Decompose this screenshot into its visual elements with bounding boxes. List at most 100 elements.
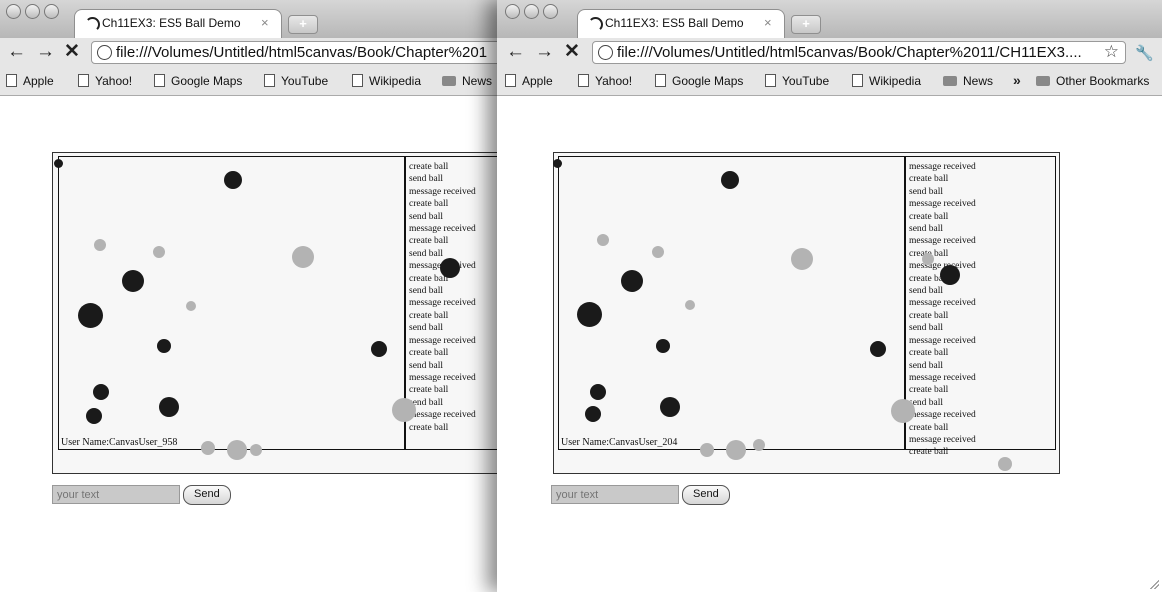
globe-icon	[598, 45, 613, 60]
bookmark-apple[interactable]: Apple	[6, 74, 54, 88]
tab-close-icon[interactable]: ×	[261, 15, 269, 30]
new-tab-button[interactable]: +	[791, 15, 821, 34]
page-content: create ball send ball message received crea…	[0, 96, 497, 592]
ball	[201, 441, 215, 455]
demo-canvas[interactable]: message received create ball send ball mess…	[552, 152, 1060, 474]
star-icon[interactable]: ☆	[1104, 42, 1119, 62]
forward-arrow-icon[interactable]: →	[535, 42, 554, 62]
log-line: create ball	[409, 385, 449, 396]
ball	[685, 300, 695, 310]
log-line: message received	[409, 298, 476, 309]
resize-grip-icon[interactable]	[1149, 579, 1159, 589]
log-line: create ball	[909, 447, 949, 458]
bookmark-yahoo[interactable]: Yahoo!	[78, 74, 132, 88]
ball	[227, 440, 247, 460]
demo-canvas[interactable]: create ball send ball message received crea…	[52, 152, 497, 474]
log-line: create ball	[409, 199, 449, 210]
folder-icon	[442, 76, 456, 86]
ball	[250, 444, 262, 456]
bookmarks-bar: Apple Yahoo! Google Maps YouTube Wikiped…	[497, 68, 1162, 96]
globe-icon	[97, 45, 112, 60]
log-line: send ball	[909, 186, 944, 197]
page-icon	[154, 74, 165, 87]
address-bar[interactable]: file:///Volumes/Untitled/html5canvas/Boo…	[91, 41, 497, 64]
zoom-window-button[interactable]	[543, 4, 558, 19]
bookmark-apple[interactable]: Apple	[505, 74, 553, 88]
log-line: send ball	[409, 248, 444, 259]
log-line: message received	[909, 335, 976, 346]
message-log: message received create ball send ball mess…	[909, 161, 976, 459]
log-line: message received	[409, 186, 476, 197]
log-line: message received	[409, 224, 476, 235]
bookmark-youtube[interactable]: YouTube	[765, 74, 829, 88]
new-tab-button[interactable]: +	[288, 15, 318, 34]
canvas-inner-frame	[558, 156, 1056, 450]
back-arrow-icon[interactable]: ←	[7, 42, 26, 62]
log-line: send ball	[409, 360, 444, 371]
page-icon	[655, 74, 666, 87]
log-line: create ball	[909, 385, 949, 396]
ball	[392, 398, 416, 422]
page-icon	[852, 74, 863, 87]
send-button[interactable]: Send	[183, 485, 231, 505]
bookmark-folder-news[interactable]: News	[943, 74, 993, 88]
page-icon	[352, 74, 363, 87]
log-line: create ball	[909, 348, 949, 359]
forward-arrow-icon[interactable]: →	[36, 42, 55, 62]
wrench-icon[interactable]: 🔧	[1135, 44, 1154, 64]
bookmark-wikipedia[interactable]: Wikipedia	[352, 74, 421, 88]
chat-text-input[interactable]	[52, 485, 180, 504]
log-line: create ball	[909, 310, 949, 321]
ball	[656, 339, 670, 353]
log-line: send ball	[409, 174, 444, 185]
bookmark-folder-other[interactable]: Other Bookmarks	[1036, 74, 1149, 88]
loading-icon	[85, 17, 100, 32]
back-arrow-icon[interactable]: ←	[506, 42, 525, 62]
bookmark-yahoo[interactable]: Yahoo!	[578, 74, 632, 88]
message-log: create ball send ball message received crea…	[409, 161, 476, 434]
bookmark-google-maps[interactable]: Google Maps	[655, 74, 743, 88]
close-window-button[interactable]	[6, 4, 21, 19]
minimize-window-button[interactable]	[25, 4, 40, 19]
ball	[371, 341, 387, 357]
log-line: message received	[909, 298, 976, 309]
page-icon	[578, 74, 589, 87]
ball	[652, 246, 664, 258]
page-icon	[264, 74, 275, 87]
bookmarks-overflow-chevron[interactable]: »	[1013, 72, 1021, 88]
chat-text-input[interactable]	[551, 485, 679, 504]
browser-window-right: Ch11EX3: ES5 Ball Demo × + ← → ✕ file://…	[497, 0, 1162, 592]
bookmark-google-maps[interactable]: Google Maps	[154, 74, 242, 88]
send-button[interactable]: Send	[682, 485, 730, 505]
ball	[292, 246, 314, 268]
log-line: message received	[909, 410, 976, 421]
log-line: message received	[909, 236, 976, 247]
page-icon	[78, 74, 89, 87]
log-line: send ball	[409, 211, 444, 222]
ball	[122, 270, 144, 292]
tab-ch11ex3[interactable]: Ch11EX3: ES5 Ball Demo ×	[74, 9, 282, 38]
log-line: create ball	[909, 211, 949, 222]
ball	[998, 457, 1012, 471]
stop-icon[interactable]: ✕	[564, 42, 580, 62]
page-icon	[765, 74, 776, 87]
bookmark-youtube[interactable]: YouTube	[264, 74, 328, 88]
title-bar: Ch11EX3: ES5 Ball Demo × +	[497, 0, 1162, 39]
ball	[721, 171, 739, 189]
zoom-window-button[interactable]	[44, 4, 59, 19]
ball	[159, 397, 179, 417]
page-icon	[505, 74, 516, 87]
stop-icon[interactable]: ✕	[64, 42, 80, 62]
close-window-button[interactable]	[505, 4, 520, 19]
tab-ch11ex3[interactable]: Ch11EX3: ES5 Ball Demo ×	[577, 9, 785, 38]
log-line: message received	[409, 372, 476, 383]
bookmark-folder-news[interactable]: News	[442, 74, 492, 88]
tab-close-icon[interactable]: ×	[764, 15, 772, 30]
minimize-window-button[interactable]	[524, 4, 539, 19]
ball	[93, 384, 109, 400]
address-bar[interactable]: file:///Volumes/Untitled/html5canvas/Boo…	[592, 41, 1126, 64]
bookmark-wikipedia[interactable]: Wikipedia	[852, 74, 921, 88]
log-line: create ball	[409, 348, 449, 359]
tab-title: Ch11EX3: ES5 Ball Demo	[605, 16, 744, 30]
toolbar: ← → ✕ file:///Volumes/Untitled/html5canv…	[497, 38, 1162, 68]
